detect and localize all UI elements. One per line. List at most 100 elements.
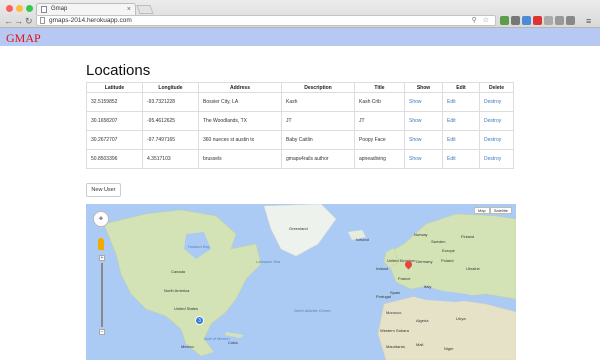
- table-row: 30.1658207 -95.4612625 The Woodlands, TX…: [86, 111, 514, 131]
- title-cell: Kash Crib: [354, 92, 405, 112]
- map-label: United States: [174, 306, 199, 311]
- map-label: Mexico: [181, 344, 194, 349]
- table-header-row: Latitude Longitude Address Description T…: [86, 82, 514, 93]
- extension-icon[interactable]: [566, 16, 575, 25]
- map-label: Norway: [414, 232, 428, 237]
- brand-logo[interactable]: GMAP: [6, 31, 41, 46]
- map-label: Gulf of Mexico: [204, 336, 230, 341]
- forward-button[interactable]: →: [14, 16, 23, 26]
- longitude-cell: -97.7497165: [142, 130, 199, 150]
- description-cell: Baby Caitlin: [281, 130, 355, 150]
- description-cell: JT: [281, 111, 355, 131]
- zoom-out-button[interactable]: −: [99, 329, 105, 335]
- zoom-slider-track[interactable]: [101, 263, 103, 327]
- longitude-cell: -95.4612625: [142, 111, 199, 131]
- page-title: Locations: [86, 62, 151, 79]
- title-cell: JT: [354, 111, 405, 131]
- map-label: Ukraine: [466, 266, 480, 271]
- extension-icon[interactable]: [544, 16, 553, 25]
- map-label: Hudson Bay: [188, 244, 210, 249]
- map-label: Mauritania: [386, 344, 405, 349]
- map-label: Finland: [461, 234, 475, 239]
- address-cell: Bossier City, LA: [198, 92, 282, 112]
- map-label: France: [398, 276, 411, 281]
- map-label: Iceland: [356, 237, 369, 242]
- map-label: Ireland: [376, 266, 389, 271]
- table-row: 32.5159852 -93.7321228 Bossier City, LA …: [86, 92, 514, 112]
- browser-chrome: Gmap × ← → ↻ gmaps-2014.herokuapp.com ⚲ …: [0, 0, 600, 28]
- destroy-link[interactable]: Destroy: [479, 149, 514, 169]
- back-button[interactable]: ←: [4, 16, 13, 26]
- title-cell: apneadiving: [354, 149, 405, 169]
- map-label: Labrador Sea: [256, 259, 281, 264]
- extension-icon[interactable]: [555, 16, 564, 25]
- locations-table: Latitude Longitude Address Description T…: [86, 82, 514, 169]
- map-label: Greenland: [289, 226, 308, 231]
- map-label: Morocco: [386, 310, 402, 315]
- world-map[interactable]: Map Satellite ✥ + − Greenland Iceland Ca…: [86, 204, 516, 360]
- map-type-map-button[interactable]: Map: [473, 207, 490, 214]
- zoom-control: + −: [99, 255, 105, 335]
- map-label: Europe: [442, 248, 455, 253]
- maximize-window-button[interactable]: [26, 5, 33, 12]
- edit-link[interactable]: Edit: [442, 92, 480, 112]
- description-cell: Kash: [281, 92, 355, 112]
- map-label: Niger: [444, 346, 454, 351]
- longitude-cell: -93.7321228: [142, 92, 199, 112]
- address-bar-actions[interactable]: ⚲ ☆: [472, 16, 491, 26]
- destroy-link[interactable]: Destroy: [479, 130, 514, 150]
- edit-link[interactable]: Edit: [442, 149, 480, 169]
- page-icon: [41, 6, 47, 13]
- pan-control[interactable]: ✥: [93, 211, 109, 227]
- app-navbar: GMAP: [0, 28, 600, 46]
- show-link[interactable]: Show: [404, 92, 443, 112]
- street-view-pegman-icon[interactable]: [98, 238, 104, 250]
- show-link[interactable]: Show: [404, 130, 443, 150]
- latitude-cell: 32.5159852: [86, 92, 143, 112]
- latitude-cell: 30.2672707: [86, 130, 143, 150]
- map-label: Italy: [424, 284, 432, 289]
- address-cell: 360 nueces st austin tx: [198, 130, 282, 150]
- extension-icon[interactable]: [522, 16, 531, 25]
- latitude-cell: 30.1658207: [86, 111, 143, 131]
- close-window-button[interactable]: [6, 5, 13, 12]
- destroy-link[interactable]: Destroy: [479, 111, 514, 131]
- map-label: Sweden: [431, 239, 446, 244]
- column-header: Description: [281, 82, 355, 93]
- europe-landmass: [385, 213, 516, 300]
- map-label: Germany: [416, 259, 433, 264]
- map-type-control: Map Satellite: [473, 207, 512, 214]
- table-row: 30.2672707 -97.7497165 360 nueces st aus…: [86, 130, 514, 150]
- column-header: Latitude: [86, 82, 143, 93]
- destroy-link[interactable]: Destroy: [479, 92, 514, 112]
- show-link[interactable]: Show: [404, 149, 443, 169]
- adblock-icon[interactable]: [533, 16, 542, 25]
- map-label: Mali: [416, 342, 424, 347]
- address-cell: The Woodlands, TX: [198, 111, 282, 131]
- new-user-button[interactable]: New User: [86, 183, 121, 197]
- map-label: Algeria: [416, 318, 429, 323]
- extension-icon[interactable]: [500, 16, 509, 25]
- map-label: North America: [164, 288, 190, 293]
- map-type-satellite-button[interactable]: Satellite: [489, 207, 512, 214]
- column-header: Show: [404, 82, 443, 93]
- extension-icon[interactable]: [511, 16, 520, 25]
- new-tab-button[interactable]: [136, 5, 154, 14]
- reload-button[interactable]: ↻: [25, 16, 33, 26]
- zoom-in-button[interactable]: +: [99, 255, 105, 261]
- column-header: Title: [354, 82, 405, 93]
- minimize-window-button[interactable]: [16, 5, 23, 12]
- column-header: Address: [198, 82, 282, 93]
- show-link[interactable]: Show: [404, 111, 443, 131]
- tab-close-icon[interactable]: ×: [127, 4, 131, 15]
- url-text: gmaps-2014.herokuapp.com: [49, 17, 132, 24]
- map-label: Spain: [390, 290, 401, 295]
- edit-link[interactable]: Edit: [442, 130, 480, 150]
- map-label: Poland: [441, 258, 454, 263]
- address-bar[interactable]: gmaps-2014.herokuapp.com ⚲ ☆: [36, 15, 496, 26]
- edit-link[interactable]: Edit: [442, 111, 480, 131]
- marker-cluster[interactable]: 3: [195, 316, 204, 325]
- browser-tab[interactable]: Gmap ×: [36, 3, 136, 15]
- map-label: North Atlantic Ocean: [294, 308, 331, 313]
- menu-icon[interactable]: ≡: [586, 16, 591, 26]
